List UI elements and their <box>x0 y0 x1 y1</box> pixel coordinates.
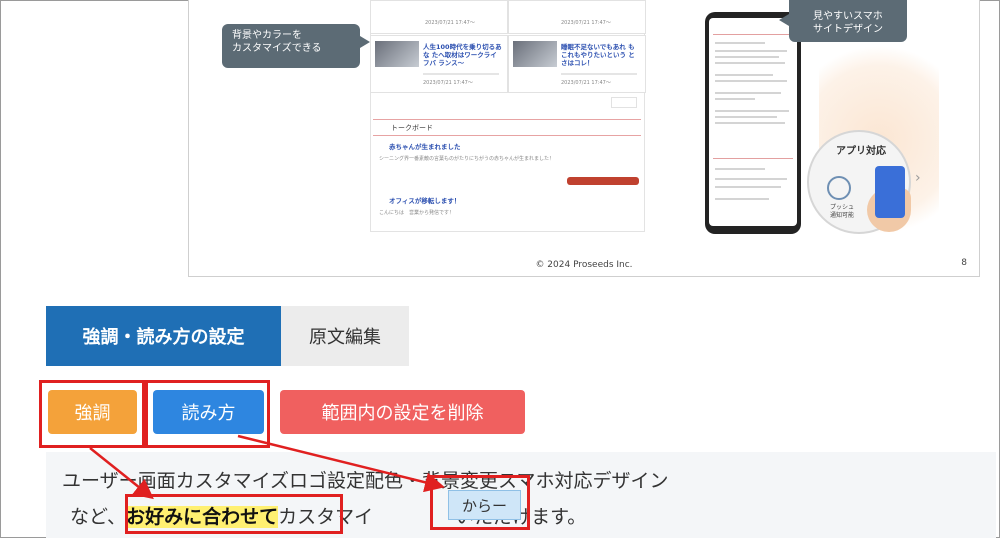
arrow-emphasis <box>89 447 154 500</box>
arrow-reading <box>237 434 445 493</box>
annotation-arrows <box>89 434 445 500</box>
